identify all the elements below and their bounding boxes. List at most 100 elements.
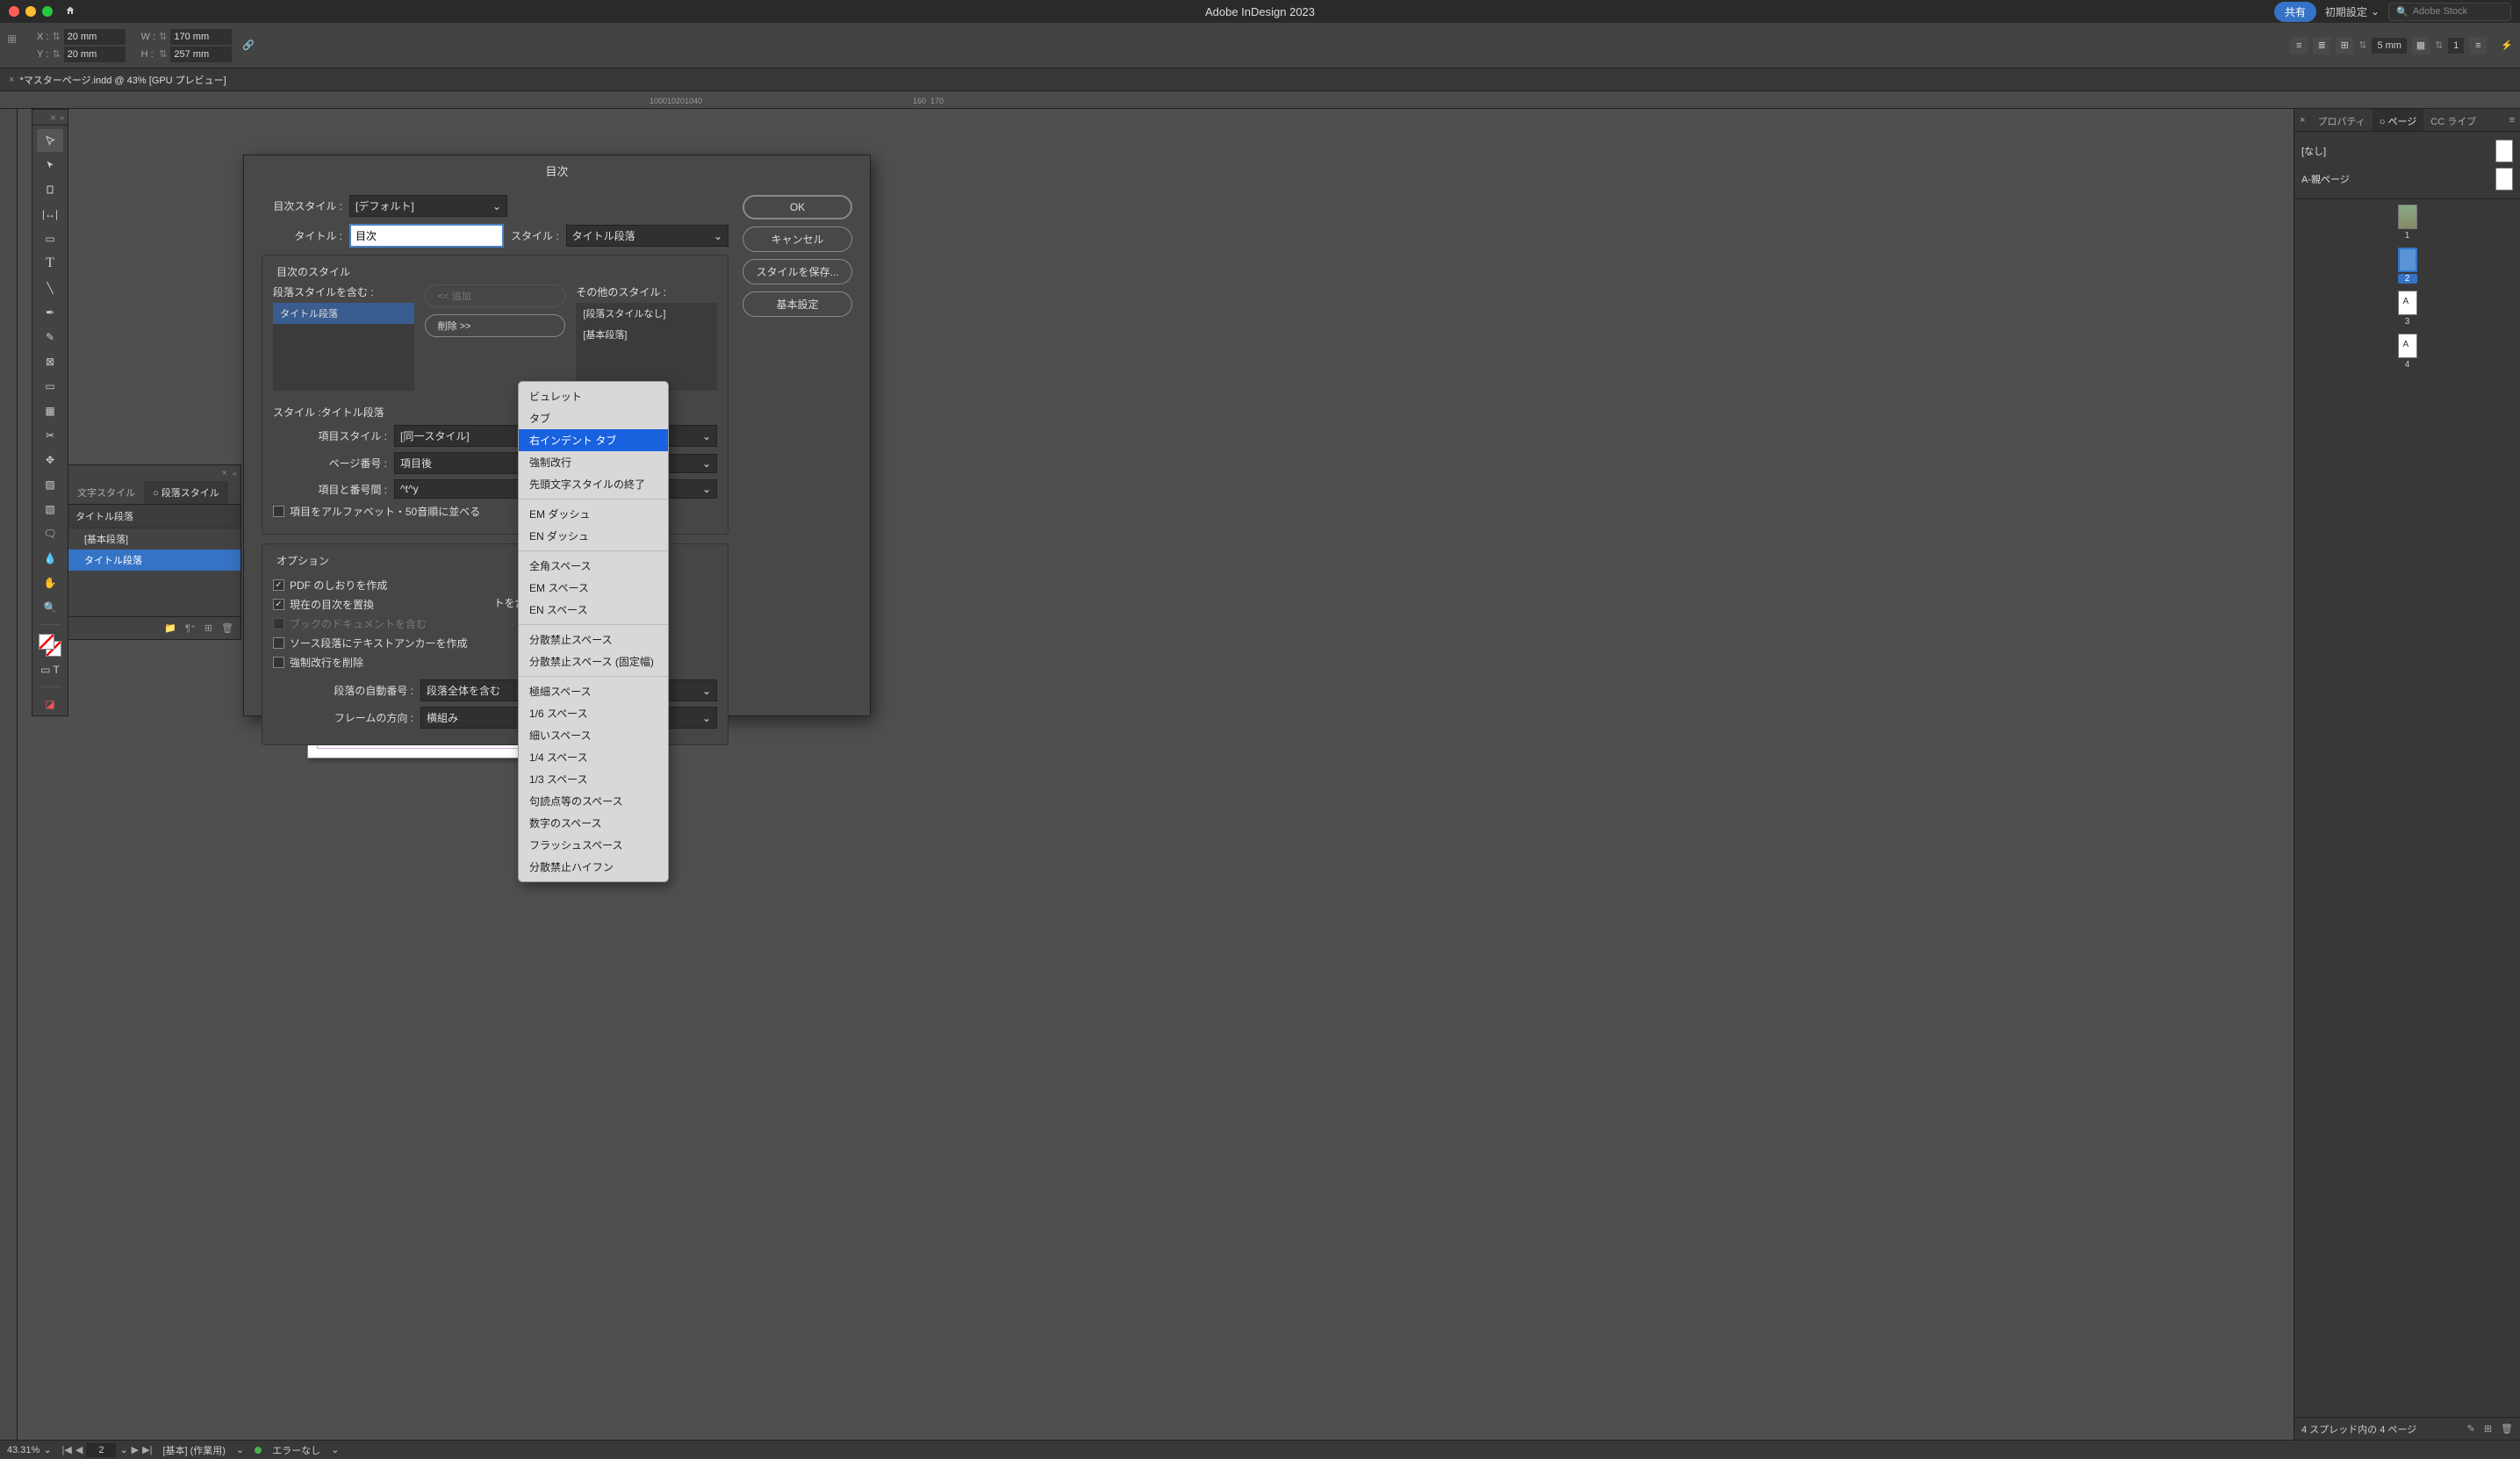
replace-toc-checkbox[interactable]	[273, 599, 284, 610]
eyedropper-tool[interactable]: 💧	[37, 547, 63, 570]
link-wh-icon[interactable]: 🔗	[242, 40, 255, 51]
scissors-tool[interactable]: ✂	[37, 424, 63, 447]
tab-character-styles[interactable]: 文字スタイル	[68, 481, 144, 504]
maximize-window-icon[interactable]	[42, 6, 53, 17]
panel-menu-icon[interactable]: «	[233, 469, 237, 478]
close-window-icon[interactable]	[9, 6, 19, 17]
style-item-basic[interactable]: [基本段落]	[68, 528, 241, 550]
last-page-icon[interactable]: ▶|	[142, 1444, 152, 1455]
quick-apply-icon[interactable]: ⚡	[2501, 40, 2513, 51]
toc-style-dropdown[interactable]: [デフォルト]⌄	[349, 195, 507, 217]
pen-tool[interactable]: ✒	[37, 301, 63, 324]
menu-item[interactable]: EN ダッシュ	[519, 525, 668, 547]
y-input[interactable]: 20 mm	[64, 47, 126, 62]
preflight-errors-label[interactable]: エラーなし	[272, 1443, 320, 1457]
other-styles-list[interactable]: [段落スタイルなし] [基本段落]	[576, 303, 717, 391]
x-input[interactable]: 20 mm	[64, 29, 126, 45]
ok-button[interactable]: OK	[743, 195, 852, 219]
source-anchor-checkbox[interactable]	[273, 637, 284, 649]
note-tool[interactable]: 🗨	[37, 522, 63, 545]
document-tab[interactable]: × *マスターページ.indd @ 43% [GPU プレビュー]	[0, 68, 235, 90]
selection-tool[interactable]	[37, 129, 63, 152]
page-thumb-1[interactable]: 1	[2398, 205, 2417, 241]
remove-forced-break-checkbox[interactable]	[273, 657, 284, 668]
chevron-down-icon[interactable]: ⌄	[331, 1444, 339, 1455]
share-button[interactable]: 共有	[2274, 2, 2316, 22]
folder-icon[interactable]: 📁	[164, 622, 176, 634]
page-number-input[interactable]: 1	[2448, 38, 2464, 54]
menu-item[interactable]: 分散禁止スペース	[519, 629, 668, 650]
preflight-profile[interactable]: [基本] (作業用)	[162, 1443, 226, 1457]
rectangle-frame-tool[interactable]: ⊠	[37, 350, 63, 373]
view-mode-icon[interactable]: ◪	[37, 693, 63, 715]
align-icon[interactable]: ≡	[2290, 37, 2308, 54]
menu-item-highlighted[interactable]: 右インデント タブ	[519, 429, 668, 451]
list-item[interactable]: [基本段落]	[576, 324, 717, 345]
master-a-row[interactable]: A-親ページ	[2301, 165, 2513, 193]
rectangle-tool[interactable]: ▭	[37, 375, 63, 398]
style-item-title[interactable]: タイトル段落	[68, 550, 241, 571]
minimize-window-icon[interactable]	[25, 6, 36, 17]
options-icon[interactable]: ≡	[2469, 37, 2487, 54]
close-panel-icon[interactable]: ×	[50, 111, 56, 124]
zoom-level[interactable]: 43.31% ⌄	[7, 1444, 52, 1455]
list-item[interactable]: [段落スタイルなし]	[576, 303, 717, 324]
menu-item[interactable]: 細いスペース	[519, 724, 668, 746]
close-tab-icon[interactable]: ×	[9, 75, 14, 85]
page-tool[interactable]	[37, 178, 63, 201]
cancel-button[interactable]: キャンセル	[743, 226, 852, 252]
remove-style-button[interactable]: 削除 >>	[425, 314, 566, 337]
menu-item[interactable]: EM スペース	[519, 577, 668, 599]
stroke-weight-input[interactable]: 5 mm	[2372, 38, 2407, 54]
menu-item[interactable]: EN スペース	[519, 599, 668, 621]
menu-item[interactable]: 数字のスペース	[519, 812, 668, 834]
line-tool[interactable]: ╲	[37, 277, 63, 299]
menu-item[interactable]: 1/4 スペース	[519, 746, 668, 768]
alpha-sort-checkbox[interactable]	[273, 506, 284, 517]
stepper-icon[interactable]: ⇅	[2435, 40, 2443, 51]
stepper-icon[interactable]: ⇅	[159, 48, 167, 60]
menu-item[interactable]: 分散禁止スペース (固定幅)	[519, 650, 668, 672]
page-thumb-2[interactable]: 2	[2398, 248, 2417, 284]
close-panel-icon[interactable]: ×	[222, 468, 227, 478]
menu-item[interactable]: 1/6 スペース	[519, 702, 668, 724]
menu-item[interactable]: フラッシュスペース	[519, 834, 668, 856]
include-styles-list[interactable]: タイトル段落	[273, 303, 414, 391]
menu-item[interactable]: タブ	[519, 407, 668, 429]
table-tool[interactable]: ▦	[37, 399, 63, 422]
master-none-row[interactable]: [なし]	[2301, 137, 2513, 165]
new-page-icon[interactable]: ⊞	[2484, 1423, 2492, 1434]
hand-tool[interactable]: ✋	[37, 571, 63, 594]
tab-properties[interactable]: プロパティ	[2310, 109, 2372, 131]
direct-selection-tool[interactable]	[37, 154, 63, 176]
list-item[interactable]: タイトル段落	[273, 303, 414, 324]
new-style-icon[interactable]: ⊞	[205, 622, 212, 634]
tab-paragraph-styles[interactable]: ○ 段落スタイル	[144, 481, 228, 504]
menu-item[interactable]: EM ダッシュ	[519, 503, 668, 525]
trash-icon[interactable]: 🗑	[221, 622, 233, 634]
chevron-down-icon[interactable]: ⌄	[236, 1444, 244, 1455]
title-style-dropdown[interactable]: タイトル段落⌄	[566, 225, 729, 247]
menu-item[interactable]: 極細スペース	[519, 680, 668, 702]
save-style-button[interactable]: スタイルを保存...	[743, 259, 852, 284]
menu-item[interactable]: 1/3 スペース	[519, 768, 668, 790]
basic-settings-button[interactable]: 基本設定	[743, 291, 852, 317]
page-thumb-4[interactable]: A 4	[2398, 334, 2417, 370]
pdf-bookmark-checkbox[interactable]	[273, 579, 284, 591]
gap-tool[interactable]: |↔|	[37, 203, 63, 226]
menu-item[interactable]: ビュレット	[519, 385, 668, 407]
mode-icon[interactable]: ▦	[2412, 37, 2430, 54]
h-input[interactable]: 257 mm	[170, 47, 232, 62]
prev-page-icon[interactable]: ◀	[75, 1444, 83, 1455]
title-input[interactable]: 目次	[349, 224, 504, 248]
stepper-icon[interactable]: ⇅	[159, 31, 167, 42]
tab-cc-libraries[interactable]: CC ライブ	[2423, 109, 2483, 131]
tab-pages[interactable]: ○ ページ	[2373, 109, 2423, 131]
type-tool[interactable]: T	[37, 252, 63, 275]
gradient-swatch-tool[interactable]: ▨	[37, 473, 63, 496]
next-page-icon[interactable]: ▶	[132, 1444, 139, 1455]
page-thumb-3[interactable]: A 3	[2398, 291, 2417, 327]
chevron-down-icon[interactable]: ⌄	[119, 1444, 127, 1455]
panel-menu-icon[interactable]: ≡	[2504, 109, 2520, 131]
close-panel-icon[interactable]: ×	[2294, 109, 2310, 131]
